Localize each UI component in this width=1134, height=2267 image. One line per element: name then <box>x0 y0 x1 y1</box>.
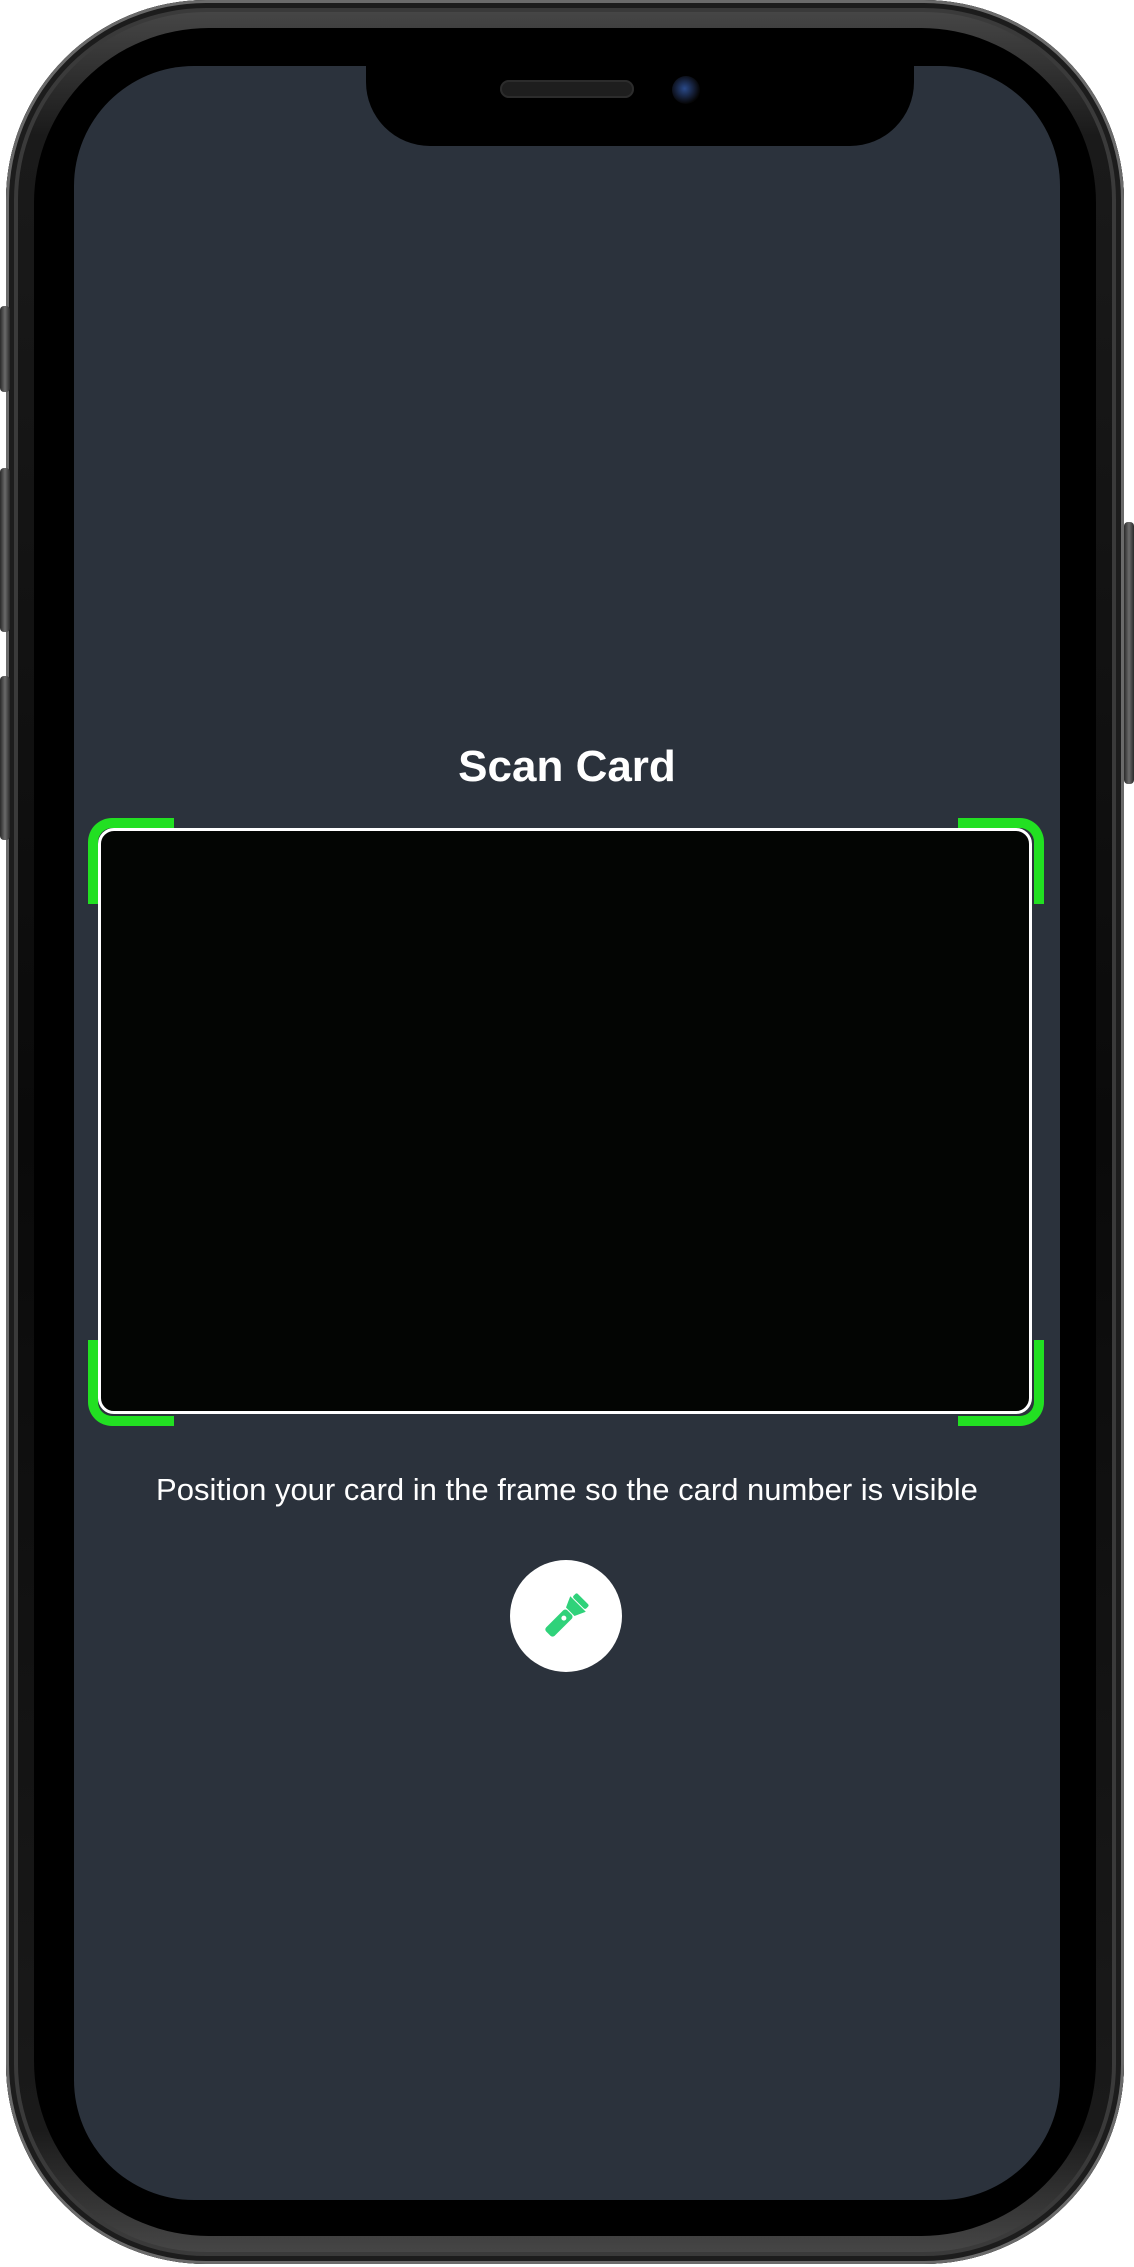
mute-switch <box>0 306 10 392</box>
frame-corner-bottom-right <box>958 1340 1044 1426</box>
volume-up-button <box>0 468 10 632</box>
notch <box>366 66 914 146</box>
frame-corner-top-right <box>958 818 1044 904</box>
earpiece-speaker <box>500 80 634 98</box>
flashlight-icon <box>545 1593 589 1637</box>
scan-instructions: Position your card in the frame so the c… <box>156 1472 978 1507</box>
torch-toggle-button[interactable] <box>510 1560 622 1672</box>
frame-corner-top-left <box>88 818 174 904</box>
camera-viewfinder <box>98 828 1032 1414</box>
page-title: Scan Card <box>458 742 676 791</box>
frame-corner-bottom-left <box>88 1340 174 1426</box>
front-camera <box>672 76 700 104</box>
